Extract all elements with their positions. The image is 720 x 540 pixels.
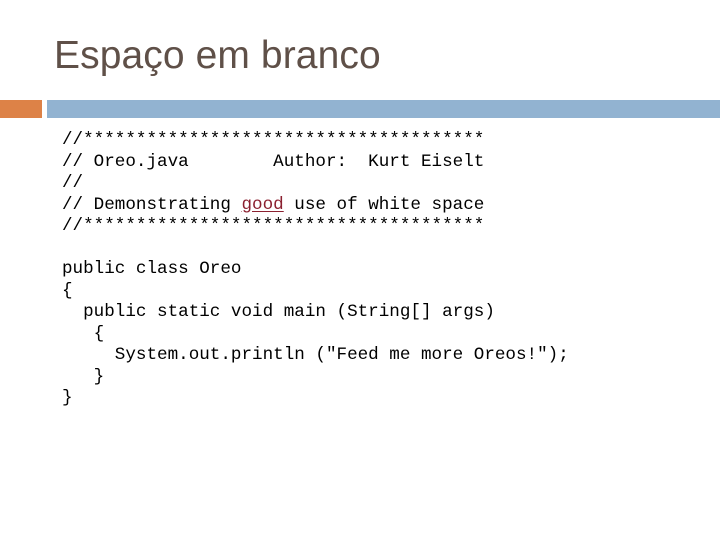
code-text: // Oreo.java Author: Kurt Eiselt — [62, 151, 485, 172]
code-line: } — [62, 388, 712, 410]
title-divider — [0, 100, 720, 118]
code-line: { — [62, 281, 712, 303]
code-text: use of white space — [283, 194, 485, 215]
code-line: // — [62, 173, 712, 195]
code-line: public class Oreo — [62, 259, 712, 281]
page-title: Espaço em branco — [54, 34, 381, 77]
code-text: { — [62, 280, 73, 301]
code-text: // Demonstrating — [62, 194, 242, 215]
code-text: // — [62, 173, 84, 193]
code-text: //************************************** — [62, 130, 485, 150]
code-text: System.out.println ("Feed me more Oreos!… — [62, 345, 569, 365]
code-line: // Oreo.java Author: Kurt Eiselt — [62, 152, 712, 174]
code-line: System.out.println ("Feed me more Oreos!… — [62, 345, 712, 367]
code-text: } — [62, 388, 73, 408]
code-text: //************************************** — [62, 216, 485, 236]
divider-rule-bar — [47, 100, 720, 118]
code-text: public static void main (String[] args) — [62, 302, 495, 322]
code-block: //**************************************… — [62, 130, 712, 410]
code-line: { — [62, 324, 712, 346]
divider-accent-block — [0, 100, 42, 118]
code-text: } — [62, 366, 105, 387]
flagged-word: good — [241, 194, 284, 215]
code-line: public static void main (String[] args) — [62, 302, 712, 324]
code-text: { — [62, 323, 105, 344]
code-line: // Demonstrating good use of white space — [62, 195, 712, 217]
code-line: //************************************** — [62, 130, 712, 152]
code-line: } — [62, 367, 712, 389]
code-line: //************************************** — [62, 216, 712, 238]
code-text: public class Oreo — [62, 259, 242, 279]
slide-canvas: Espaço em branco //*********************… — [0, 0, 720, 540]
